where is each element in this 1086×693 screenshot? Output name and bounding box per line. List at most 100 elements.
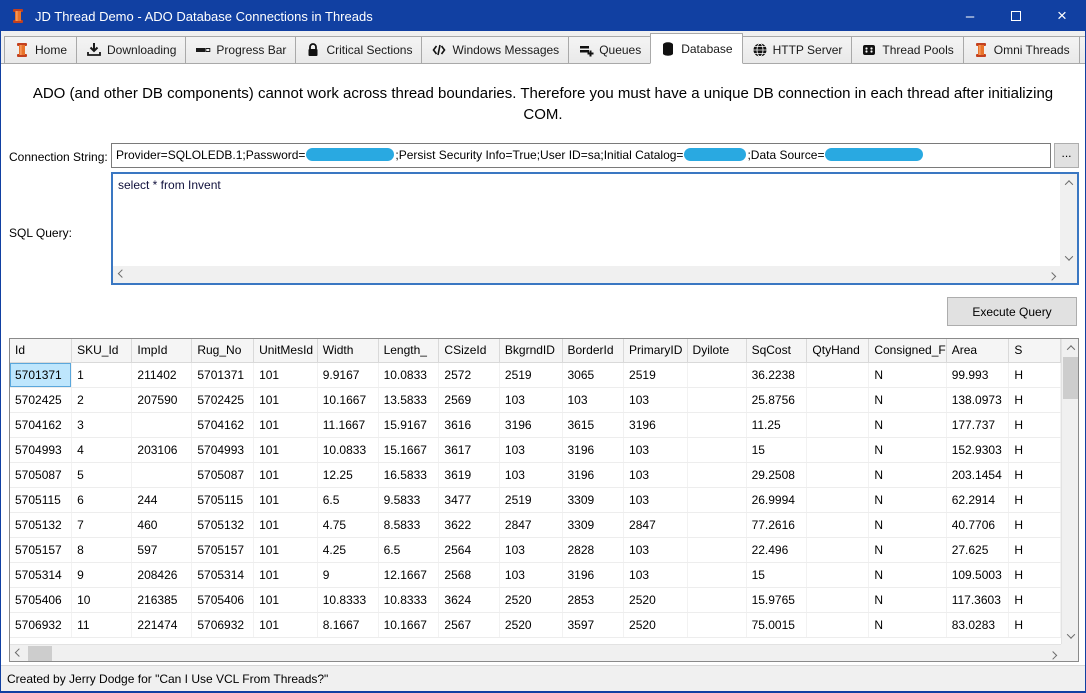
table-cell[interactable]: 26.9994 [746,487,807,512]
tab-windows-messages[interactable]: Windows Messages [421,36,569,63]
table-cell[interactable]: 5705157 [10,537,72,562]
table-cell[interactable]: 10.1667 [378,612,439,637]
table-cell[interactable]: N [869,412,946,437]
table-cell[interactable]: 11.1667 [317,412,378,437]
table-cell[interactable]: 2 [72,387,132,412]
table-cell[interactable] [687,512,746,537]
table-cell[interactable]: H [1009,387,1061,412]
table-cell[interactable]: 5705087 [10,462,72,487]
table-cell[interactable]: 5702425 [192,387,254,412]
table-cell[interactable] [132,412,192,437]
table-cell[interactable]: 36.2238 [746,362,807,387]
table-cell[interactable]: 2847 [624,512,687,537]
table-cell[interactable] [807,487,869,512]
table-cell[interactable]: 103 [499,562,562,587]
table-cell[interactable] [807,462,869,487]
table-cell[interactable]: 5704162 [192,412,254,437]
table-cell[interactable]: N [869,387,946,412]
tab-queues[interactable]: Queues [568,36,651,63]
scrollbar-thumb[interactable] [1063,357,1078,399]
table-cell[interactable]: 207590 [132,387,192,412]
table-cell[interactable] [687,537,746,562]
table-cell[interactable]: 10.0833 [317,437,378,462]
table-cell[interactable]: 3616 [439,412,499,437]
table-cell[interactable] [807,512,869,537]
table-cell[interactable]: 103 [624,537,687,562]
table-cell[interactable]: 15 [746,437,807,462]
column-header-impid[interactable]: ImpId [132,339,192,362]
table-cell[interactable]: 13.5833 [378,387,439,412]
table-cell[interactable]: 103 [499,437,562,462]
table-cell[interactable]: 6.5 [317,487,378,512]
table-cell[interactable]: 2853 [562,587,624,612]
table-cell[interactable]: N [869,512,946,537]
table-cell[interactable]: 6 [72,487,132,512]
table-cell[interactable]: 2520 [624,587,687,612]
table-cell[interactable]: 9.9167 [317,362,378,387]
table-cell[interactable]: H [1009,462,1061,487]
table-cell[interactable]: 10.8333 [378,587,439,612]
execute-query-button[interactable]: Execute Query [947,297,1077,326]
sql-vertical-scrollbar[interactable] [1060,174,1077,266]
table-cell[interactable]: 5705314 [192,562,254,587]
table-cell[interactable]: 6.5 [378,537,439,562]
table-cell[interactable]: 77.2616 [746,512,807,537]
table-cell[interactable]: 5706932 [10,612,72,637]
table-cell[interactable]: 2564 [439,537,499,562]
table-cell[interactable]: 103 [624,437,687,462]
scroll-down-button[interactable] [1062,627,1079,644]
table-cell[interactable]: 2572 [439,362,499,387]
table-cell[interactable]: 5705115 [192,487,254,512]
table-cell[interactable]: 15.1667 [378,437,439,462]
column-header-unitmesid[interactable]: UnitMesId [254,339,318,362]
table-cell[interactable]: 216385 [132,587,192,612]
table-cell[interactable]: 5702425 [10,387,72,412]
table-cell[interactable]: 203106 [132,437,192,462]
table-cell[interactable]: 211402 [132,362,192,387]
table-cell[interactable]: 3622 [439,512,499,537]
table-cell[interactable]: 11.25 [746,412,807,437]
column-header-qtyhand[interactable]: QtyHand [807,339,869,362]
close-button[interactable]: × [1039,1,1085,31]
table-cell[interactable]: H [1009,587,1061,612]
scrollbar-thumb[interactable] [28,646,52,661]
table-cell[interactable]: 3619 [439,462,499,487]
table-cell[interactable]: 109.5003 [946,562,1009,587]
table-cell[interactable]: 3309 [562,487,624,512]
table-cell[interactable]: 2567 [439,612,499,637]
table-cell[interactable]: 117.3603 [946,587,1009,612]
table-cell[interactable]: 3196 [624,412,687,437]
table-cell[interactable]: 10.1667 [317,387,378,412]
table-cell[interactable]: 15 [746,562,807,587]
table-cell[interactable]: 3196 [499,412,562,437]
table-cell[interactable]: 3477 [439,487,499,512]
table-cell[interactable]: 4.75 [317,512,378,537]
table-cell[interactable] [807,437,869,462]
table-cell[interactable]: 2568 [439,562,499,587]
scroll-down-button[interactable] [1060,249,1077,266]
table-cell[interactable]: 3615 [562,412,624,437]
tab-critical-sections[interactable]: Critical Sections [295,36,422,63]
table-cell[interactable]: 2520 [499,587,562,612]
table-cell[interactable]: 101 [254,587,318,612]
tab-omni-threads[interactable]: Omni Threads [963,36,1080,63]
maximize-button[interactable] [993,1,1039,31]
table-cell[interactable]: H [1009,487,1061,512]
table-cell[interactable]: 40.7706 [946,512,1009,537]
table-cell[interactable]: 8.1667 [317,612,378,637]
table-cell[interactable]: 5701371 [192,362,254,387]
table-cell[interactable]: 2569 [439,387,499,412]
table-cell[interactable]: 101 [254,612,318,637]
column-header-rug-no[interactable]: Rug_No [192,339,254,362]
table-cell[interactable]: 5705132 [10,512,72,537]
table-cell[interactable]: 152.9303 [946,437,1009,462]
table-cell[interactable]: 4 [72,437,132,462]
table-cell[interactable]: 2519 [499,487,562,512]
table-cell[interactable] [687,437,746,462]
table-cell[interactable]: N [869,462,946,487]
table-cell[interactable]: 5705157 [192,537,254,562]
table-cell[interactable]: 103 [624,387,687,412]
table-cell[interactable]: 1 [72,362,132,387]
scroll-up-button[interactable] [1060,174,1077,191]
column-header-dyilote[interactable]: Dyilote [687,339,746,362]
